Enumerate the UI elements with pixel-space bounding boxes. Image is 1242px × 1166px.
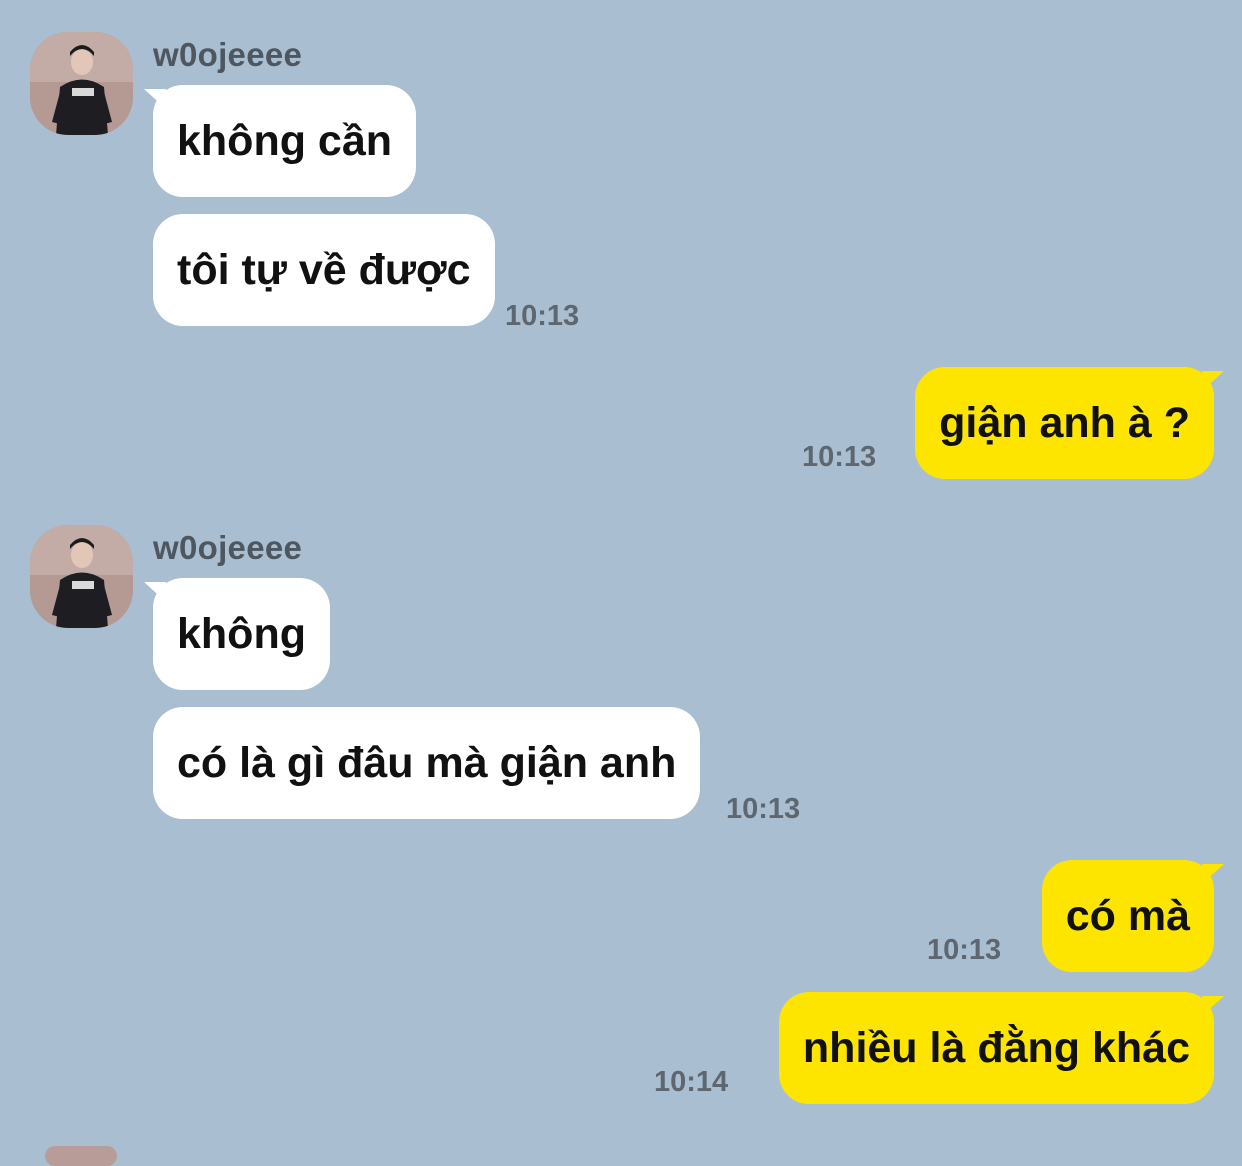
sender-name: w0ojeeee bbox=[153, 36, 303, 73]
profile-photo-icon bbox=[30, 32, 133, 135]
message-bubble-outgoing[interactable]: giận anh à ? bbox=[915, 367, 1224, 479]
chat-thread: w0ojeeee không cần tôi tự về được 10:13 … bbox=[0, 0, 1242, 1166]
message-text: không cần bbox=[177, 116, 393, 165]
message-text: tôi tự về được bbox=[177, 245, 471, 294]
message-timestamp: 10:13 bbox=[505, 300, 580, 332]
contact-avatar-partial[interactable] bbox=[45, 1146, 117, 1166]
message-text: có là gì đâu mà giận anh bbox=[177, 738, 677, 787]
message-timestamp: 10:13 bbox=[927, 934, 1002, 966]
bubble-tail bbox=[1202, 996, 1224, 1016]
message-bubble-incoming[interactable]: không bbox=[144, 578, 330, 690]
message-bubble-incoming[interactable]: có là gì đâu mà giận anh bbox=[153, 707, 701, 819]
message-bubble-incoming[interactable]: không cần bbox=[144, 85, 417, 197]
message-bubble-incoming[interactable]: tôi tự về được bbox=[153, 214, 495, 326]
message-text: không bbox=[177, 609, 306, 658]
profile-photo-icon bbox=[30, 525, 133, 628]
bubble-tail bbox=[144, 89, 166, 109]
message-text: giận anh à ? bbox=[939, 398, 1190, 447]
bubble-tail bbox=[1202, 371, 1224, 391]
message-bubble-outgoing[interactable]: nhiều là đằng khác bbox=[778, 992, 1224, 1104]
bubble-tail bbox=[1202, 864, 1224, 884]
sender-name: w0ojeeee bbox=[153, 529, 303, 566]
bubble-tail bbox=[144, 582, 166, 602]
contact-avatar[interactable] bbox=[30, 32, 133, 135]
message-bubble-outgoing[interactable]: có mà bbox=[1041, 860, 1224, 972]
message-timestamp: 10:13 bbox=[726, 793, 801, 825]
message-text: có mà bbox=[1065, 891, 1190, 940]
contact-avatar[interactable] bbox=[30, 525, 133, 628]
message-timestamp: 10:13 bbox=[802, 441, 877, 473]
message-timestamp: 10:14 bbox=[654, 1066, 729, 1098]
message-text: nhiều là đằng khác bbox=[802, 1023, 1190, 1072]
